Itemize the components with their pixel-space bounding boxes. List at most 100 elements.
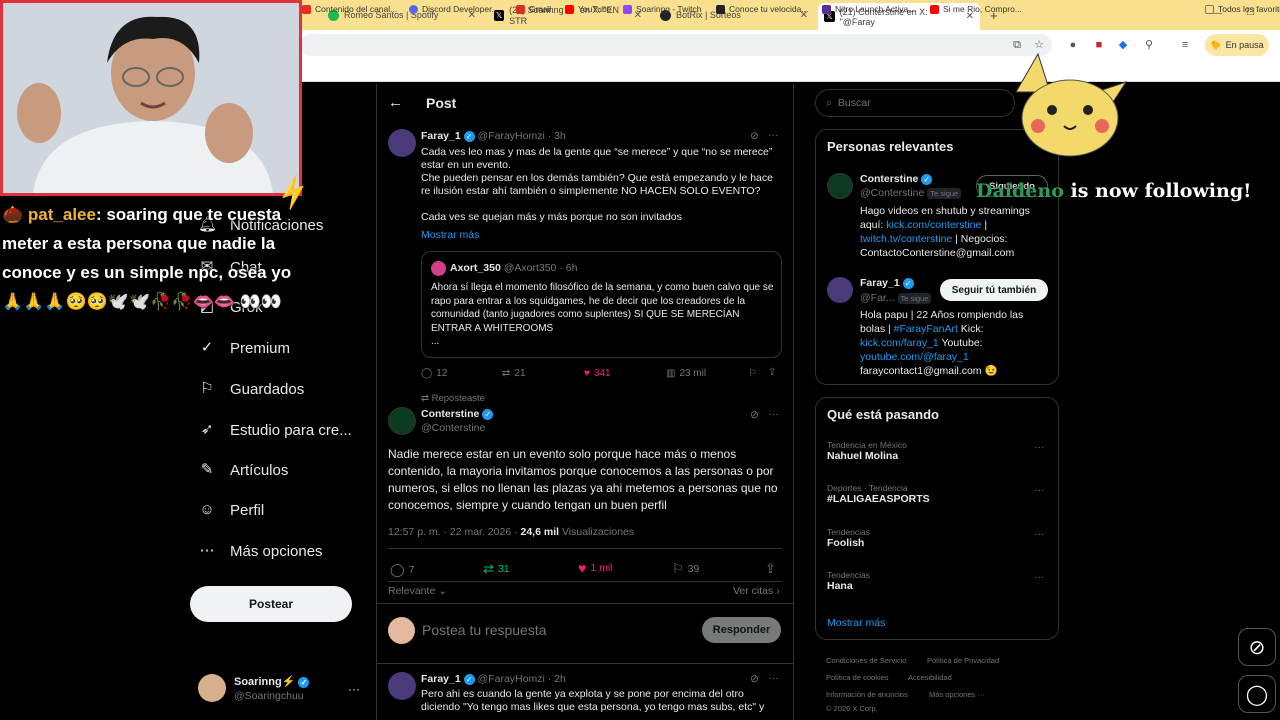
views-button[interactable]: ▥ 23 mil [666, 368, 706, 379]
footer-link[interactable]: Información de anuncios [826, 690, 908, 699]
puzzle-icon[interactable]: ⚲ [1142, 38, 1156, 52]
quotes-link[interactable]: Ver citas › [733, 585, 780, 597]
footer-link[interactable]: Política de Privacidad [927, 656, 999, 665]
bookmark-item[interactable]: Gmail [516, 4, 551, 14]
grok-icon[interactable]: ⊘ [750, 130, 759, 142]
chat-bubble-icon[interactable]: ◯ [1238, 675, 1276, 713]
person-name[interactable]: Faray_1 ✓ [860, 277, 914, 289]
repost-button[interactable]: ⇄ 21 [502, 368, 526, 379]
more-icon[interactable]: ··· [1034, 441, 1045, 453]
avatar [431, 261, 446, 276]
tweet-time[interactable]: · 3h [548, 130, 566, 142]
nav-guardados[interactable]: ⚐ Guardados [198, 380, 304, 398]
extension-icon[interactable]: ◆ [1116, 38, 1130, 52]
sort-dropdown[interactable]: Relevante ⌄ [388, 585, 447, 597]
tweet-text: Pero ahi es cuando la gente ya explota y… [421, 688, 765, 713]
trend-item[interactable]: Tendencias Hana [827, 570, 1047, 592]
avatar[interactable] [388, 129, 416, 157]
nav-estudio[interactable]: ➶ Estudio para cre... [198, 421, 352, 439]
bookmark-item[interactable]: Soarinng - Twitch [623, 4, 702, 14]
nav-perfil[interactable]: ☺ Perfil [198, 501, 264, 519]
avatar[interactable] [198, 674, 226, 702]
bookmark-item[interactable]: Conoce tu velocida... [716, 4, 808, 14]
avatar[interactable] [388, 672, 416, 700]
follower-name: Daideno [976, 180, 1064, 202]
trend-item[interactable]: Tendencias Foolish [827, 527, 1047, 549]
star-icon[interactable]: ☆ [1032, 38, 1046, 52]
more-icon[interactable]: ··· [768, 672, 779, 684]
footer-link[interactable]: Más opciones ··· [929, 690, 985, 699]
author-handle[interactable]: @FarayHomzi [478, 673, 545, 685]
repost-indicator: ⇄ Reposteaste [421, 393, 485, 404]
tweet-header: Conterstine ✓ [421, 408, 494, 420]
more-icon[interactable]: ··· [768, 408, 779, 420]
like-button[interactable]: ♥ 341 [584, 368, 611, 379]
bookmark-icon: ⚐ [200, 380, 214, 397]
author-handle[interactable]: @FarayHomzi [478, 130, 545, 142]
bio-link[interactable]: youtube.com/@faray_1 [860, 351, 969, 363]
more-icon[interactable]: ··· [1034, 484, 1045, 496]
trend-item[interactable]: Tendencia en México Nahuel Molina [827, 440, 1047, 462]
footer-link[interactable]: Condiciones de Servicio [826, 656, 906, 665]
back-arrow-icon[interactable]: ← [388, 94, 403, 111]
bookmark-item[interactable]: Nitro Launch Activa... [822, 4, 915, 14]
reply-submit-button[interactable]: Responder [702, 617, 781, 643]
nav-mas-opciones[interactable]: ⋯ Más opciones [198, 542, 323, 560]
menu-icon[interactable]: ≡ [1178, 38, 1192, 52]
grok-icon[interactable]: ⊘ [1238, 628, 1276, 666]
follow-back-button[interactable]: Seguir tú también [940, 279, 1048, 301]
bio-link[interactable]: twitch.tv/conterstine [860, 233, 952, 245]
show-more-trends-link[interactable]: Mostrar más [827, 617, 885, 629]
like-button[interactable]: ♥ 1 mil [578, 560, 612, 576]
bookmark-icon[interactable]: ⚐ [748, 368, 757, 379]
footer-link[interactable]: Accesibilidad [908, 673, 952, 682]
bookmark-item[interactable]: Discord Developer... [409, 4, 499, 14]
bio-link[interactable]: kick.com/conterstine [886, 219, 981, 231]
avatar[interactable] [388, 407, 416, 435]
url-input[interactable] [300, 34, 1052, 56]
bio-link[interactable]: kick.com/faray_1 [860, 337, 939, 349]
bookmark-folder[interactable]: Todos los favoritos [1205, 4, 1280, 14]
trend-item[interactable]: Deportes · Tendencia #LALIGAEASPORTS [827, 483, 1047, 505]
bookmark-item[interactable]: Contenido del canal... [302, 4, 397, 14]
more-icon: ⋯ [199, 542, 215, 559]
more-icon[interactable]: ··· [1034, 571, 1045, 583]
share-icon[interactable]: ⇪ [765, 561, 776, 577]
grok-icon[interactable]: ⊘ [750, 409, 759, 421]
author-name[interactable]: Faray_1 [421, 673, 461, 685]
repost-button[interactable]: ⇄ 31 [483, 561, 510, 577]
more-icon[interactable]: ··· [768, 129, 779, 141]
show-more-link[interactable]: Mostrar más [421, 229, 479, 241]
tweet-time[interactable]: · 2h [548, 673, 566, 685]
bio-link[interactable]: #FarayFanArt [894, 323, 958, 335]
extension-icon[interactable]: ■ [1092, 38, 1106, 52]
bookmark-icon: ⚐ [672, 561, 684, 576]
profile-paused-button[interactable]: 🐤 En pausa [1205, 34, 1269, 56]
author-name[interactable]: Faray_1 [421, 130, 461, 142]
verified-icon: ✓ [921, 173, 933, 185]
account-name[interactable]: Soarinng⚡ ✓ [234, 675, 310, 688]
footer-link[interactable]: Política de cookies [826, 673, 889, 682]
share-icon[interactable]: ⇪ [768, 367, 776, 378]
postear-button[interactable]: Postear [190, 586, 352, 622]
bookmark-item[interactable]: Si me Rio, Compro... [930, 4, 1022, 14]
author-name[interactable]: Conterstine [421, 408, 479, 420]
reply-input[interactable]: Postea tu respuesta [422, 622, 547, 638]
bookmark-button[interactable]: ⚐ 39 [672, 561, 699, 577]
search-input[interactable]: ⌕ Buscar [815, 89, 1015, 117]
nav-articulos[interactable]: ✎ Artículos [198, 461, 289, 479]
avatar[interactable] [827, 277, 853, 303]
reply-button[interactable]: ◯ 7 [390, 562, 414, 578]
author-handle[interactable]: @Conterstine [421, 422, 485, 434]
grok-icon[interactable]: ⊘ [750, 673, 759, 685]
more-icon[interactable]: ··· [348, 682, 360, 696]
nav-premium[interactable]: ✓ Premium [198, 339, 290, 357]
bookmark-item[interactable]: YouTube [565, 4, 611, 14]
avatar[interactable] [827, 173, 853, 199]
person-name[interactable]: Conterstine ✓ [860, 173, 933, 185]
install-icon[interactable]: ⧉ [1010, 38, 1024, 52]
reply-button[interactable]: ◯ 12 [421, 368, 447, 379]
extension-icon[interactable]: ● [1066, 38, 1080, 52]
more-icon[interactable]: ··· [1034, 528, 1045, 540]
divider [377, 603, 793, 604]
